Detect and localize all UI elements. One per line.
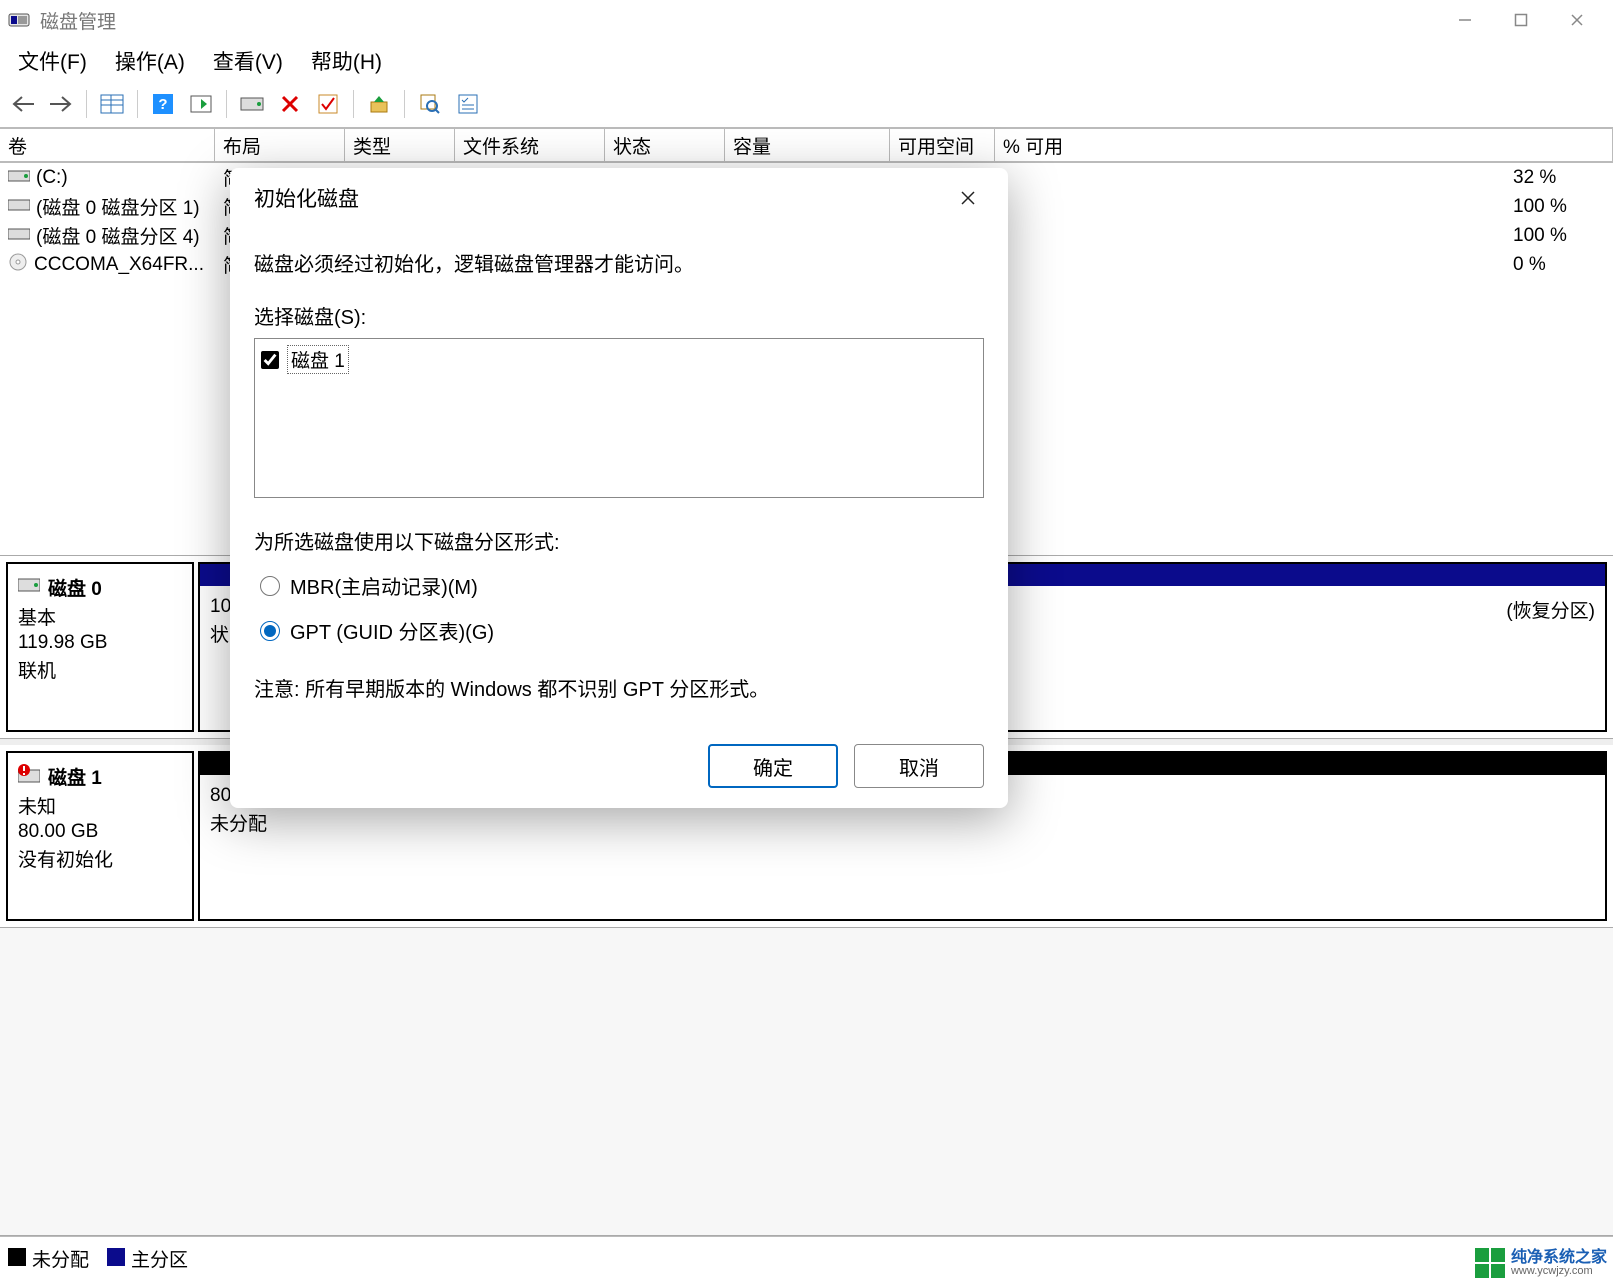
forward-button[interactable] [46,89,76,119]
minimize-button[interactable] [1437,0,1493,40]
col-filesystem[interactable]: 文件系统 [455,128,605,162]
refresh-icon[interactable] [186,89,216,119]
help-icon[interactable]: ? [148,89,178,119]
delete-icon[interactable] [275,89,305,119]
disk-select-item[interactable]: 磁盘 1 [261,343,977,376]
volume-icon [8,225,30,247]
ok-button[interactable]: 确定 [708,744,838,788]
disk-header: 磁盘 1 未知 80.00 GB 没有初始化 [6,751,194,921]
window-title: 磁盘管理 [40,7,1437,34]
volume-name: CCCOMA_X64FR... [34,254,204,276]
watermark: 纯净系统之家 www.ycwjzy.com [1475,1248,1607,1278]
col-layout[interactable]: 布局 [215,128,345,162]
volume-name: (C:) [36,167,68,189]
volume-icon [8,167,30,189]
menu-action[interactable]: 操作(A) [115,46,185,76]
maximize-button[interactable] [1493,0,1549,40]
toolbar-separator [353,90,354,118]
partition-label: (恢复分区) [1506,596,1595,623]
toolbar-separator [137,90,138,118]
close-icon[interactable] [952,182,984,214]
disk-type: 未知 [18,792,182,819]
volume-pct: 0 % [1505,254,1613,276]
col-status[interactable]: 状态 [605,128,725,162]
volume-name: (磁盘 0 磁盘分区 4) [36,222,200,249]
check-icon[interactable] [313,89,343,119]
col-free[interactable]: 可用空间 [890,128,995,162]
menu-file[interactable]: 文件(F) [18,46,87,76]
radio-gpt[interactable]: GPT (GUID 分区表)(G) [260,616,984,645]
radio-gpt-input[interactable] [260,621,280,641]
col-capacity[interactable]: 容量 [725,128,890,162]
toolbar-separator [226,90,227,118]
col-type[interactable]: 类型 [345,128,455,162]
menu-help[interactable]: 帮助(H) [311,46,382,76]
watermark-url: www.ycwjzy.com [1511,1266,1607,1277]
toolbar-separator [86,90,87,118]
disk-select-list[interactable]: 磁盘 1 [254,338,984,498]
menu-bar: 文件(F) 操作(A) 查看(V) 帮助(H) [0,40,1613,84]
titlebar: 磁盘管理 [0,0,1613,40]
radio-mbr-input[interactable] [260,576,280,596]
app-icon [8,9,30,31]
disk-status: 联机 [18,656,182,683]
radio-mbr[interactable]: MBR(主启动记录)(M) [260,571,984,600]
legend: 未分配 主分区 [0,1236,1613,1280]
disk-label: 磁盘 1 [48,763,102,790]
menu-view[interactable]: 查看(V) [213,46,283,76]
col-pct[interactable]: % 可用 [995,128,1613,162]
window-controls [1437,0,1605,40]
watermark-icon [1475,1248,1505,1278]
disc-icon [8,252,28,278]
table-view-icon[interactable] [97,89,127,119]
disk-size: 80.00 GB [18,821,182,843]
disk-select-label: 磁盘 1 [287,345,349,374]
dialog-title: 初始化磁盘 [254,183,359,213]
volume-pct: 100 % [1505,225,1613,247]
svg-text:?: ? [158,96,167,113]
cancel-button[interactable]: 取消 [854,744,984,788]
radio-gpt-label: GPT (GUID 分区表)(G) [290,616,494,645]
radio-mbr-label: MBR(主启动记录)(M) [290,571,478,600]
select-disks-label: 选择磁盘(S): [254,301,984,330]
volume-name: (磁盘 0 磁盘分区 1) [36,193,200,220]
volume-pct: 100 % [1505,196,1613,218]
initialize-disk-dialog: 初始化磁盘 磁盘必须经过初始化，逻辑磁盘管理器才能访问。 选择磁盘(S): 磁盘… [230,168,1008,808]
volume-pct: 32 % [1505,167,1613,189]
close-button[interactable] [1549,0,1605,40]
disk-select-checkbox[interactable] [261,351,279,369]
disk-status: 没有初始化 [18,845,182,872]
upload-icon[interactable] [364,89,394,119]
toolbar-separator [404,90,405,118]
watermark-name: 纯净系统之家 [1511,1250,1607,1266]
disk-type: 基本 [18,603,182,630]
partition-style-label: 为所选磁盘使用以下磁盘分区形式: [254,526,984,555]
disk-warning-icon [18,764,40,790]
back-button[interactable] [8,89,38,119]
search-icon[interactable] [415,89,445,119]
disk-label: 磁盘 0 [48,574,102,601]
disk-header: 磁盘 0 基本 119.98 GB 联机 [6,562,194,732]
disk-icon[interactable] [237,89,267,119]
disk-icon [18,577,40,599]
legend-unallocated: 未分配 [8,1245,89,1272]
dialog-intro: 磁盘必须经过初始化，逻辑磁盘管理器才能访问。 [254,248,984,277]
legend-primary: 主分区 [107,1245,188,1272]
col-volume[interactable]: 卷 [0,128,215,162]
partition-status: 未分配 [210,809,1595,836]
disk-size: 119.98 GB [18,632,182,654]
volume-icon [8,196,30,218]
toolbar: ? [0,84,1613,128]
list-check-icon[interactable] [453,89,483,119]
dialog-note: 注意: 所有早期版本的 Windows 都不识别 GPT 分区形式。 [254,673,984,702]
column-headers: 卷 布局 类型 文件系统 状态 容量 可用空间 % 可用 [0,128,1613,163]
